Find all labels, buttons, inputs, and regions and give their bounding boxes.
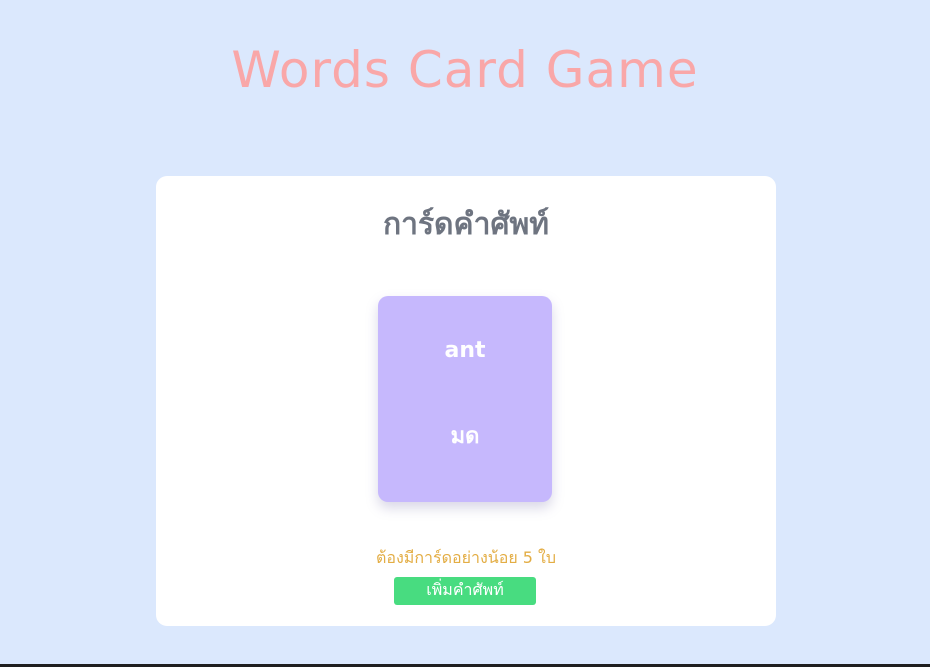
add-word-button[interactable]: เพิ่มคำศัพท์ [394, 577, 536, 605]
minimum-cards-warning: ต้องมีการ์ดอย่างน้อย 5 ใบ [375, 548, 557, 567]
add-word-button-label: เพิ่มคำศัพท์ [426, 580, 504, 599]
word-card-panel: การ์ดคำศัพท์ ant มด ต้องมีการ์ดอย่างน้อย… [156, 176, 776, 626]
panel-title: การ์ดคำศัพท์ [382, 207, 550, 242]
card-meaning: มด [450, 424, 480, 449]
app-title: Words Card Game [231, 41, 699, 99]
word-card[interactable]: ant มด [378, 296, 552, 502]
card-word: ant [444, 338, 486, 363]
